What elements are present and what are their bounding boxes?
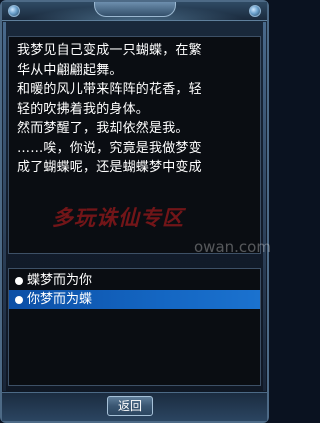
dialog-options-list: 蝶梦而为你 你梦而为蝶: [8, 268, 261, 386]
dialog-text-line: 然而梦醒了，我却依然是我。: [17, 121, 189, 136]
dialog-text-line: 成了蝴蝶呢，还是蝴蝶梦中变成: [17, 160, 202, 175]
dialog-option-label: 蝶梦而为你: [27, 273, 93, 288]
dialog-text-line: 和暖的风儿带来阵阵的花香，轻: [17, 82, 202, 97]
gem-ornament-icon: [8, 5, 20, 17]
dialog-text-line: 我梦见自己变成一只蝴蝶，在繁: [17, 43, 202, 58]
frame-side-glow: [263, 22, 266, 391]
dialog-option-selected[interactable]: 你梦而为蝶: [9, 290, 260, 309]
frame-side-glow: [3, 22, 6, 391]
dialog-text-line: 华从中翩翩起舞。: [17, 62, 123, 78]
dialog-option-label: 你梦而为蝶: [27, 292, 93, 307]
dialog-text-line: 轻的吹拂着我的身体。: [17, 101, 150, 117]
crest-ornament-icon: [93, 2, 176, 17]
dialog-text-line: ……唉，你说，究竟是我做梦变: [17, 140, 202, 156]
window-top-ornament: [2, 2, 267, 21]
dialog-text-panel: 我梦见自己变成一只蝴蝶，在繁 华从中翩翩起舞。 和暖的风儿带来阵阵的花香，轻 轻…: [8, 36, 261, 254]
back-button[interactable]: 返回: [107, 396, 153, 416]
bullet-icon: [15, 276, 23, 285]
bullet-icon: [15, 295, 23, 304]
gem-ornament-icon: [249, 5, 261, 17]
dialog-option[interactable]: 蝶梦而为你: [9, 271, 260, 290]
npc-dialog-window: 我梦见自己变成一只蝴蝶，在繁 华从中翩翩起舞。 和暖的风儿带来阵阵的花香，轻 轻…: [0, 0, 271, 423]
